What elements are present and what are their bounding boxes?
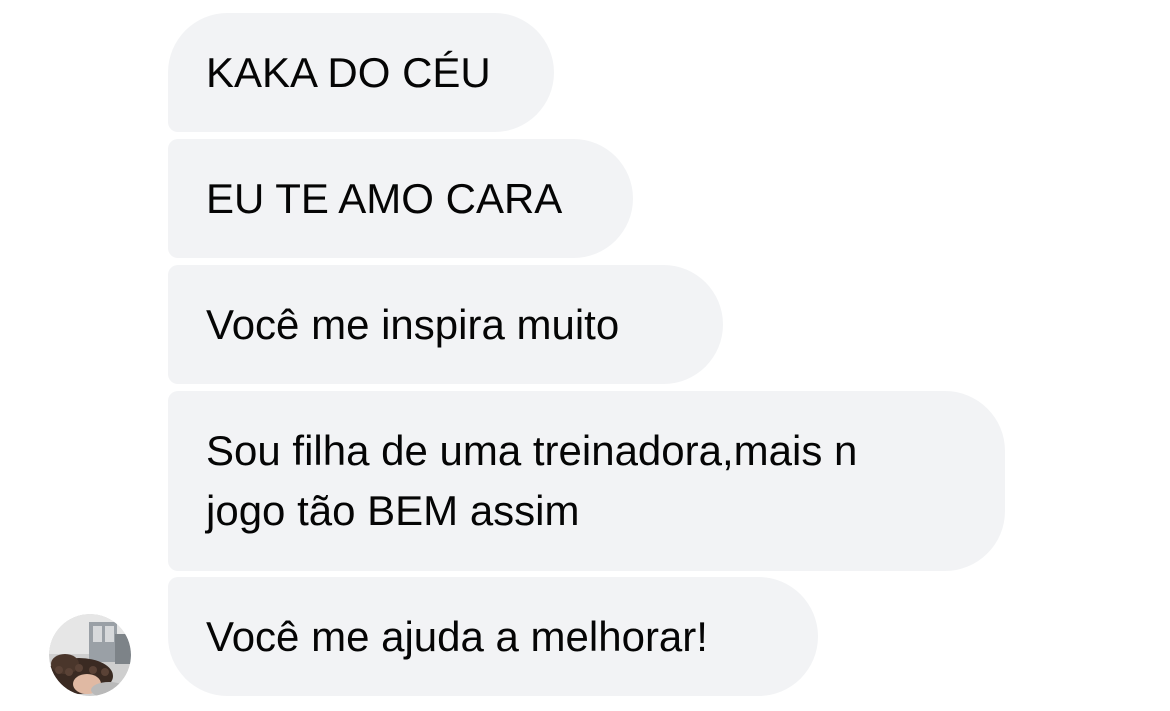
message-text: Você me ajuda a melhorar! <box>206 612 708 660</box>
message-bubble[interactable]: KAKA DO CÉU <box>168 13 554 132</box>
message-bubble[interactable]: Sou filha de uma treinadora,mais n jogo … <box>168 391 1005 571</box>
message-text: KAKA DO CÉU <box>206 48 491 96</box>
message-bubble[interactable]: EU TE AMO CARA <box>168 139 633 258</box>
avatar[interactable] <box>49 614 131 696</box>
message-thread: KAKA DO CÉU EU TE AMO CARA Você me inspi… <box>0 0 1170 711</box>
message-bubble[interactable]: Você me ajuda a melhorar! <box>168 577 818 696</box>
message-text: Sou filha de uma treinadora,mais n jogo … <box>206 427 858 534</box>
message-text: Você me inspira muito <box>206 300 620 348</box>
message-text: EU TE AMO CARA <box>206 174 563 222</box>
avatar-photo-icon <box>49 614 131 696</box>
message-bubble[interactable]: Você me inspira muito <box>168 265 723 384</box>
